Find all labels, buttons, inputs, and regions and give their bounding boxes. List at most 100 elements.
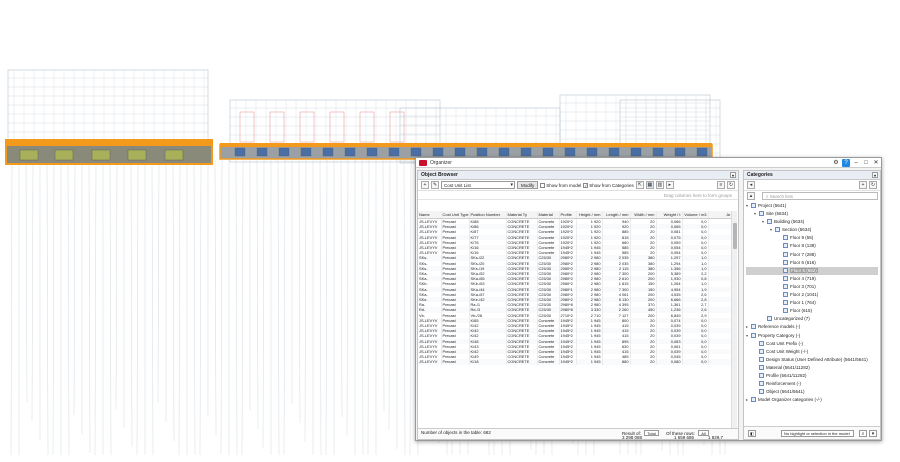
table-cell: 20 [630, 359, 657, 365]
result-select[interactable]: Total [644, 430, 659, 436]
pane-menu-icon[interactable]: ▾ [730, 172, 736, 178]
help-icon[interactable]: ? [842, 159, 850, 167]
modify-button[interactable]: Modify [517, 181, 539, 189]
tree-node-label: Property Category (-) [758, 332, 801, 338]
tree-node-label: Reinforcement (-) [766, 381, 802, 387]
tree-node-label: Floor 8 (138) [790, 243, 816, 249]
tree-node-label: Site (5634) [766, 211, 789, 217]
tree-node[interactable]: Floor 9 (55) [746, 234, 878, 242]
category-icon [783, 251, 788, 257]
column-header[interactable]: Profile [559, 211, 577, 219]
column-header[interactable]: Volume / m3 [682, 211, 709, 219]
highlight-mode-select[interactable]: No highlight or selection in the model [781, 430, 854, 437]
tree-node[interactable]: Floor 3 (701) [746, 283, 878, 291]
categories-pane: Categories ▾ ◂ + ↻ ▴ ⌕ Search lists ▾ Pro… [743, 170, 881, 440]
tree-node-label: Section (5634) [782, 227, 812, 233]
list-menu-icon[interactable]: ≡ [717, 181, 725, 189]
tree-node-label: Building (5634) [774, 219, 805, 225]
tree-node[interactable]: Floor 2 (1041) [746, 291, 878, 299]
column-header[interactable]: Material Ty [506, 211, 538, 219]
column-header[interactable]: Width / mm [630, 211, 657, 219]
scrollbar-thumb[interactable] [733, 223, 737, 249]
object-browser-title: Object Browser [421, 172, 458, 178]
tree-node[interactable]: ▸ Model Organizer categories (-/-) [746, 396, 878, 404]
property-set-select[interactable]: Cost Unit List [441, 181, 515, 189]
maximize-icon[interactable]: □ [861, 158, 871, 168]
add-icon[interactable]: + [421, 181, 429, 189]
category-icon [751, 324, 756, 330]
column-header[interactable]: Length / mm [602, 211, 631, 219]
tree-node[interactable]: Floor 5 (682) [746, 266, 878, 275]
tree-node[interactable]: Floor 1 (764) [746, 299, 878, 307]
add-category-icon[interactable]: + [859, 181, 867, 189]
categories-header: Categories ▾ [744, 171, 880, 180]
group-by-hint[interactable]: Drag columns here to form groups [418, 191, 738, 200]
collapse-all-icon[interactable]: ▴ [747, 192, 755, 200]
column-header[interactable]: Position Number [469, 211, 507, 219]
table-cell: K/18 [469, 359, 507, 365]
object-table-wrapper: Name Cost Unit Type Position Number Materia… [418, 211, 732, 430]
tree-node[interactable]: Floor 6 (616) [746, 259, 878, 267]
tree-node[interactable]: Cost Unit Weight (-/-) [746, 348, 878, 356]
category-icon [759, 211, 764, 217]
category-icon [759, 364, 764, 370]
column-header[interactable]: Name [418, 211, 442, 219]
tekla-logo-icon [419, 159, 427, 166]
tree-node[interactable]: Profile (5641/11282) [746, 372, 878, 380]
category-search-input[interactable]: ⌕ Search lists [762, 192, 878, 200]
table-view-icon[interactable]: ▦ [645, 181, 654, 189]
column-header[interactable]: Cost Unit Type [441, 211, 470, 219]
tree-node-label: Design Status (User Defined Attribute) (… [766, 356, 868, 362]
tree-node[interactable]: ▾ Site (5634) [746, 210, 878, 218]
tree-node[interactable]: Reinforcement (-) [746, 380, 878, 388]
more-options-icon[interactable]: ▾ [869, 430, 877, 437]
minimize-icon[interactable]: – [851, 158, 861, 168]
back-arrow-icon[interactable]: ◂ [747, 181, 755, 189]
show-from-categories-checkbox[interactable]: ✓ Show from Categories [583, 182, 634, 188]
column-header[interactable]: Material [537, 211, 560, 219]
tree-node[interactable]: ▸ Reference models (-) [746, 323, 878, 331]
tree-node[interactable]: Material (5641/11282) [746, 364, 878, 372]
column-header[interactable]: Height / mm [576, 211, 603, 219]
pane-menu-icon[interactable]: ▾ [872, 172, 878, 178]
edit-pencil-icon[interactable]: ✎ [431, 181, 439, 189]
refresh-icon[interactable]: ↻ [727, 181, 735, 189]
tree-node[interactable]: ▾ Section (5634) [746, 226, 878, 234]
tree-node-label: Reference models (-) [758, 324, 801, 330]
column-header[interactable]: Weight / t [656, 211, 683, 219]
tree-node[interactable]: Floor 8 (138) [746, 242, 878, 250]
tree-node[interactable]: Uncategorized (7) [746, 315, 878, 323]
category-icon [759, 372, 764, 378]
tree-node[interactable]: ▾ Building (5634) [746, 218, 878, 226]
category-icon [783, 300, 788, 306]
tree-node[interactable]: Object (5641/5641) [746, 388, 878, 396]
tree-node[interactable]: Cost Unit Prefix (-) [746, 340, 878, 348]
tree-node[interactable]: ▾ Project (5641) [746, 202, 878, 210]
show-from-model-label: Show from model [546, 182, 582, 188]
column-chooser-icon[interactable]: ▥ [655, 181, 664, 189]
settings-gear-icon[interactable]: ⚙ [831, 158, 841, 168]
tree-node[interactable]: Floor 7 (288) [746, 251, 878, 259]
category-icon [783, 275, 788, 281]
table-row[interactable]: JS-LEVYV Precast K/18 CONCRETE Concrete 1945*… [418, 359, 732, 365]
category-icon [775, 227, 780, 233]
show-from-model-checkbox[interactable]: Show from model [540, 182, 582, 188]
zoom-icon[interactable]: ⌕ [859, 430, 867, 437]
close-icon[interactable]: ✕ [871, 158, 881, 168]
tree-node[interactable]: Floor 4 (719) [746, 275, 878, 283]
window-controls: ⚙ ? – □ ✕ [831, 158, 881, 168]
selection-mode-icon[interactable]: ◧ [748, 430, 756, 437]
category-icon [751, 203, 756, 208]
tree-node-label: Material (5641/11282) [766, 364, 810, 370]
tree-node[interactable]: Design Status (User Defined Attribute) (… [746, 356, 878, 364]
export-icon[interactable]: ▸ [665, 181, 674, 189]
table-vertical-scrollbar[interactable] [731, 211, 737, 430]
select-in-model-icon[interactable]: ⇱ [635, 181, 644, 189]
tree-node[interactable]: ▾ Property Category (-) [746, 332, 878, 340]
column-header[interactable]: Ar [708, 211, 732, 219]
tree-node-label: Profile (5641/11282) [766, 372, 807, 378]
tree-node[interactable]: Floor (615) [746, 307, 878, 315]
refresh-icon[interactable]: ↻ [869, 181, 877, 189]
organizer-window: Organizer ⚙ ? – □ ✕ Object Browser ▾ + ✎… [415, 157, 882, 441]
search-placeholder: Search lists [769, 194, 794, 199]
